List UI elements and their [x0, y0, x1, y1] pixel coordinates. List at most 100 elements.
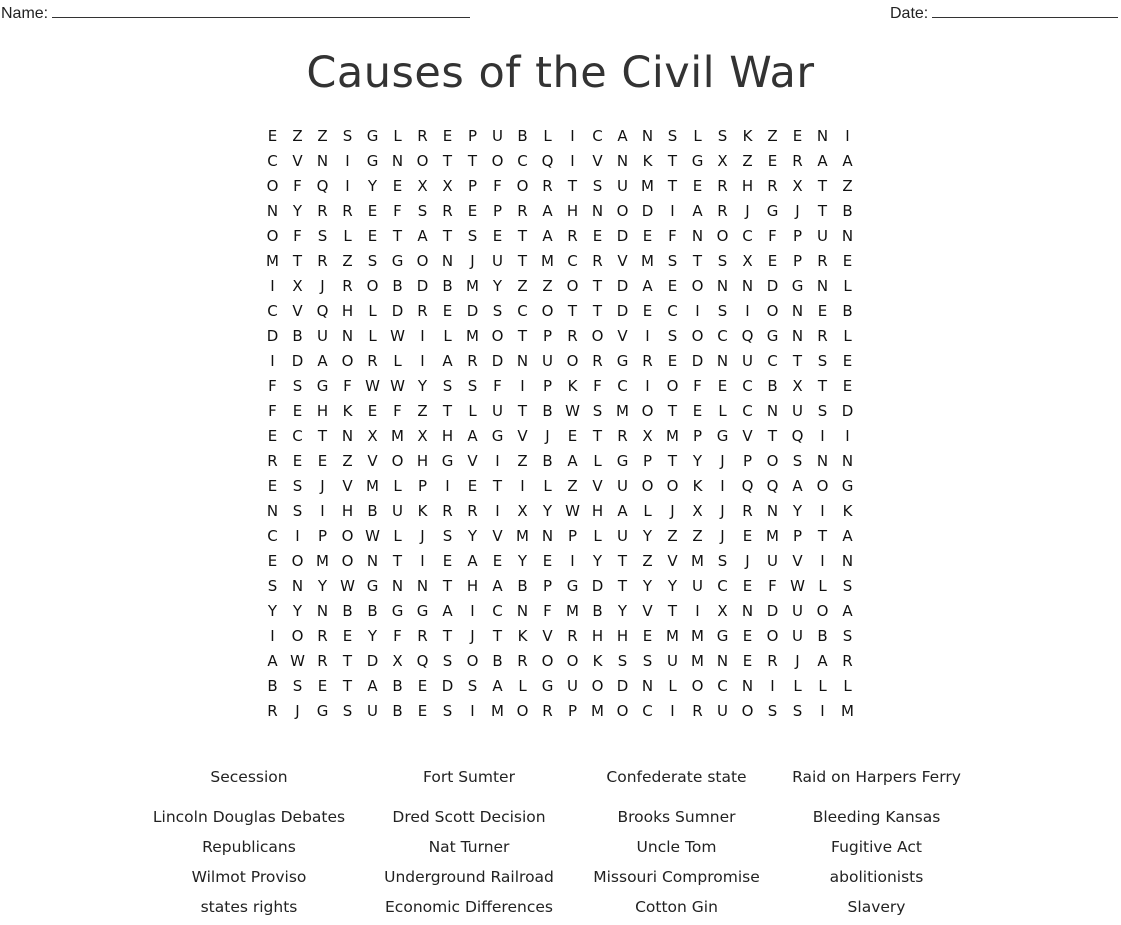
grid-cell[interactable]: M: [510, 524, 535, 549]
grid-cell[interactable]: T: [810, 174, 835, 199]
grid-cell[interactable]: U: [785, 399, 810, 424]
grid-cell[interactable]: X: [510, 499, 535, 524]
grid-cell[interactable]: D: [485, 349, 510, 374]
grid-cell[interactable]: E: [335, 624, 360, 649]
grid-cell[interactable]: A: [535, 199, 560, 224]
grid-cell[interactable]: C: [510, 299, 535, 324]
grid-cell[interactable]: A: [835, 599, 860, 624]
grid-cell[interactable]: H: [585, 499, 610, 524]
grid-cell[interactable]: W: [785, 574, 810, 599]
grid-cell[interactable]: C: [610, 374, 635, 399]
grid-cell[interactable]: A: [435, 349, 460, 374]
grid-cell[interactable]: M: [460, 274, 485, 299]
grid-cell[interactable]: F: [385, 399, 410, 424]
grid-cell[interactable]: B: [335, 599, 360, 624]
grid-cell[interactable]: S: [785, 449, 810, 474]
grid-cell[interactable]: E: [485, 224, 510, 249]
grid-cell[interactable]: O: [485, 324, 510, 349]
name-blank-line[interactable]: [52, 3, 471, 18]
grid-cell[interactable]: A: [785, 474, 810, 499]
grid-cell[interactable]: J: [410, 524, 435, 549]
grid-cell[interactable]: M: [635, 249, 660, 274]
grid-cell[interactable]: I: [560, 549, 585, 574]
date-field[interactable]: Date:: [890, 3, 1119, 23]
grid-cell[interactable]: L: [835, 324, 860, 349]
grid-cell[interactable]: F: [585, 374, 610, 399]
grid-cell[interactable]: T: [560, 299, 585, 324]
grid-cell[interactable]: F: [260, 374, 285, 399]
grid-cell[interactable]: P: [785, 224, 810, 249]
grid-cell[interactable]: E: [360, 399, 385, 424]
grid-cell[interactable]: E: [735, 574, 760, 599]
grid-cell[interactable]: E: [835, 249, 860, 274]
grid-cell[interactable]: I: [260, 274, 285, 299]
grid-cell[interactable]: Y: [610, 599, 635, 624]
grid-cell[interactable]: T: [435, 574, 460, 599]
grid-cell[interactable]: O: [560, 349, 585, 374]
grid-cell[interactable]: G: [710, 624, 735, 649]
grid-cell[interactable]: O: [585, 324, 610, 349]
grid-cell[interactable]: G: [610, 449, 635, 474]
grid-cell[interactable]: E: [260, 549, 285, 574]
grid-cell[interactable]: L: [385, 349, 410, 374]
grid-cell[interactable]: R: [310, 649, 335, 674]
grid-cell[interactable]: H: [335, 299, 360, 324]
grid-cell[interactable]: M: [535, 249, 560, 274]
grid-cell[interactable]: C: [560, 249, 585, 274]
grid-cell[interactable]: K: [735, 124, 760, 149]
grid-cell[interactable]: K: [685, 474, 710, 499]
grid-cell[interactable]: R: [810, 324, 835, 349]
grid-cell[interactable]: L: [585, 449, 610, 474]
grid-cell[interactable]: E: [535, 549, 560, 574]
grid-cell[interactable]: W: [360, 374, 385, 399]
grid-cell[interactable]: Z: [535, 274, 560, 299]
grid-cell[interactable]: P: [785, 249, 810, 274]
grid-cell[interactable]: R: [310, 624, 335, 649]
grid-cell[interactable]: U: [610, 524, 635, 549]
grid-cell[interactable]: S: [335, 124, 360, 149]
grid-cell[interactable]: O: [585, 674, 610, 699]
grid-cell[interactable]: T: [585, 424, 610, 449]
grid-cell[interactable]: Q: [535, 149, 560, 174]
grid-cell[interactable]: M: [560, 599, 585, 624]
grid-cell[interactable]: I: [835, 424, 860, 449]
grid-cell[interactable]: R: [335, 274, 360, 299]
grid-cell[interactable]: A: [835, 149, 860, 174]
grid-cell[interactable]: R: [310, 249, 335, 274]
grid-cell[interactable]: O: [485, 149, 510, 174]
grid-cell[interactable]: O: [735, 699, 760, 724]
grid-cell[interactable]: T: [585, 274, 610, 299]
grid-cell[interactable]: L: [835, 674, 860, 699]
grid-cell[interactable]: B: [260, 674, 285, 699]
grid-cell[interactable]: T: [610, 549, 635, 574]
grid-cell[interactable]: T: [660, 599, 685, 624]
grid-cell[interactable]: S: [635, 649, 660, 674]
grid-cell[interactable]: T: [510, 324, 535, 349]
grid-cell[interactable]: I: [760, 674, 785, 699]
grid-cell[interactable]: A: [460, 549, 485, 574]
grid-cell[interactable]: F: [335, 374, 360, 399]
grid-cell[interactable]: H: [560, 199, 585, 224]
grid-cell[interactable]: S: [810, 399, 835, 424]
grid-cell[interactable]: Y: [635, 524, 660, 549]
grid-cell[interactable]: L: [510, 674, 535, 699]
grid-cell[interactable]: A: [460, 424, 485, 449]
grid-cell[interactable]: D: [585, 574, 610, 599]
grid-cell[interactable]: O: [385, 449, 410, 474]
grid-cell[interactable]: A: [835, 524, 860, 549]
grid-cell[interactable]: D: [285, 349, 310, 374]
grid-cell[interactable]: M: [635, 174, 660, 199]
grid-cell[interactable]: S: [435, 524, 460, 549]
grid-cell[interactable]: S: [335, 699, 360, 724]
grid-cell[interactable]: E: [385, 174, 410, 199]
grid-cell[interactable]: R: [460, 499, 485, 524]
grid-cell[interactable]: G: [710, 424, 735, 449]
grid-cell[interactable]: T: [485, 624, 510, 649]
grid-cell[interactable]: E: [585, 224, 610, 249]
grid-cell[interactable]: U: [485, 399, 510, 424]
grid-cell[interactable]: X: [635, 424, 660, 449]
grid-cell[interactable]: L: [810, 674, 835, 699]
grid-cell[interactable]: R: [435, 199, 460, 224]
grid-cell[interactable]: R: [260, 449, 285, 474]
grid-cell[interactable]: Q: [785, 424, 810, 449]
